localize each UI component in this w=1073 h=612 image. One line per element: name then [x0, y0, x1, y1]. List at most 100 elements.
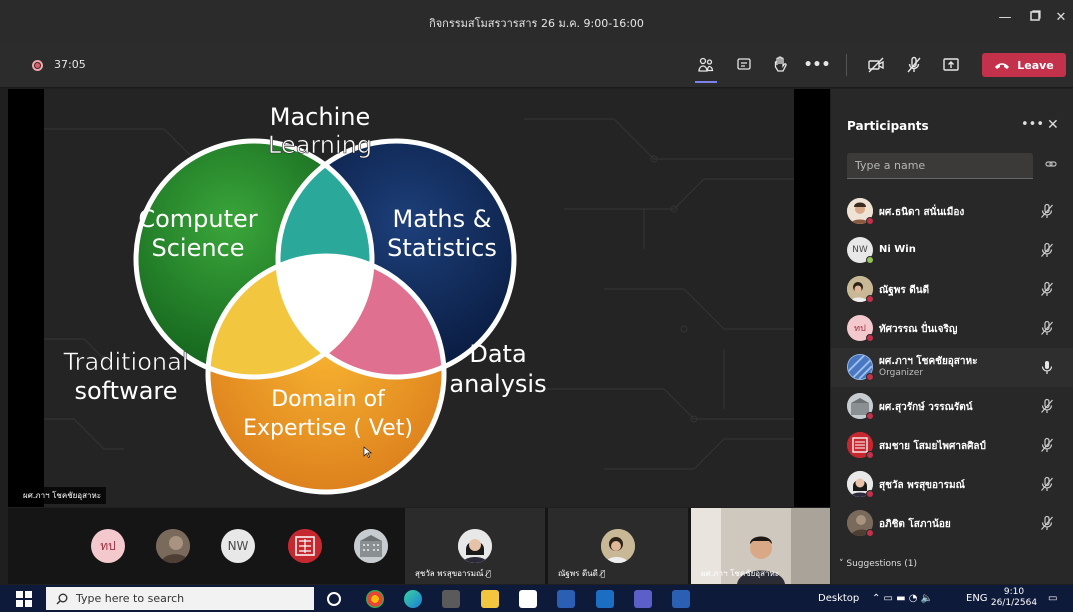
chevron-down-icon: ˅	[839, 559, 844, 569]
close-window-icon[interactable]: ✕	[1046, 10, 1073, 25]
presence-indicator	[866, 490, 874, 498]
mic-off-icon[interactable]	[1039, 476, 1055, 492]
edge-icon[interactable]	[404, 590, 422, 608]
avatar[interactable]	[156, 529, 190, 563]
word-icon[interactable]	[557, 590, 575, 608]
file-explorer-icon[interactable]	[481, 590, 499, 608]
building-photo	[354, 529, 388, 563]
minimize-icon[interactable]: —	[990, 10, 1020, 25]
task-view-icon[interactable]	[327, 592, 341, 606]
mic-off-icon[interactable]	[1039, 320, 1055, 336]
participant-row[interactable]: ผศ.ธนิดา สนั่นเมือง	[831, 192, 1073, 231]
participant-search-input[interactable]	[847, 153, 1033, 178]
mic-on-icon[interactable]	[1039, 359, 1055, 375]
camera-off-icon[interactable]	[862, 53, 890, 77]
camera-app-icon[interactable]	[442, 590, 460, 608]
participant-row[interactable]: ณัฐพร ดีนดี	[831, 270, 1073, 309]
close-panel-icon[interactable]: ✕	[1047, 117, 1059, 133]
participant-name: ผศ.สุวรักษ์ วรรณรัตน์	[879, 402, 973, 413]
store-icon[interactable]	[519, 590, 537, 608]
avatar	[601, 529, 635, 563]
mail-icon[interactable]	[596, 590, 614, 608]
avatar[interactable]	[288, 529, 322, 563]
tile-name: ณัฐพร ดีนดี 🎙̸	[558, 569, 606, 578]
label-expertise-vet: Expertise ( Vet)	[243, 416, 413, 441]
label-machine: Machine	[270, 103, 370, 131]
video-tile[interactable]: ณัฐพร ดีนดี 🎙̸	[548, 508, 688, 584]
presenter-name-tag: ผศ.ภาฯ โชคชัยอุสาหะ	[18, 487, 107, 504]
tray-icons[interactable]: ⌃ ▭ ▬ ◔ 🔈	[872, 593, 933, 604]
avatar-photo	[601, 529, 635, 563]
participant-row[interactable]: NW Ni Win	[831, 231, 1073, 270]
participant-row[interactable]: สุชวัล พรสุขอารมณ์	[831, 465, 1073, 504]
presentation-slide: Machine Learning Computer Science Maths …	[44, 89, 794, 507]
share-screen-icon[interactable]	[937, 53, 965, 77]
language-indicator[interactable]: ENG	[966, 593, 988, 604]
teams-icon[interactable]	[634, 590, 652, 608]
chat-icon[interactable]	[730, 53, 758, 77]
notifications-icon[interactable]: ▭	[1048, 593, 1057, 604]
mic-off-icon[interactable]	[1039, 398, 1055, 414]
presence-indicator	[866, 529, 874, 537]
raise-hand-icon[interactable]	[766, 53, 794, 77]
windows-start-icon[interactable]	[16, 591, 32, 607]
label-statistics: Statistics	[387, 234, 497, 262]
more-actions-icon[interactable]: •••	[803, 53, 831, 77]
avatar-initials: ทป	[100, 538, 116, 553]
participant-name: สมชาย โสมยไพศาลศิลป์	[879, 441, 986, 452]
share-invite-icon[interactable]	[1045, 159, 1057, 172]
avatar-photo	[458, 529, 492, 563]
participant-row[interactable]: อภิชิต โสภาน้อย	[831, 504, 1073, 543]
mic-off-icon: 🎙̸	[486, 569, 491, 578]
tile-name: ผศ.ภาฯ โชคชัยอุสาหะ	[701, 569, 780, 578]
mic-off-icon[interactable]	[1039, 242, 1055, 258]
window-title-bar: กิจกรรมสโมสรวารสาร 26 ม.ค. 9:00-16:00 — …	[0, 0, 1073, 42]
mic-off-icon[interactable]	[1039, 515, 1055, 531]
suggestions-toggle[interactable]: ˅ Suggestions (1)	[839, 559, 917, 569]
avatar	[458, 529, 492, 563]
more-options-icon[interactable]: •••	[1021, 117, 1044, 132]
presence-indicator	[866, 256, 874, 264]
presence-indicator	[866, 295, 874, 303]
label-maths: Maths &	[393, 205, 492, 233]
participant-row[interactable]: ผศ.สุวรักษ์ วรรณรัตน์	[831, 387, 1073, 426]
avatar[interactable]: ทป	[91, 529, 125, 563]
self-video-tile[interactable]: ผศ.ภาฯ โชคชัยอุสาหะ	[691, 508, 830, 584]
presence-indicator	[866, 373, 874, 381]
mic-off-icon[interactable]	[1039, 437, 1055, 453]
participant-name: ผศ.ธนิดา สนั่นเมือง	[879, 207, 965, 218]
participants-icon[interactable]	[692, 53, 720, 83]
participant-row[interactable]: สมชาย โสมยไพศาลศิลป์	[831, 426, 1073, 465]
mic-off-icon[interactable]	[1039, 203, 1055, 219]
leave-button-label: Leave	[1017, 58, 1054, 72]
chrome-icon[interactable]	[366, 590, 384, 608]
avatar-photo	[156, 529, 190, 563]
hang-up-icon	[995, 62, 1010, 69]
label-science: Science	[151, 234, 244, 262]
label-software: software	[74, 377, 177, 405]
label-analysis: analysis	[449, 370, 546, 398]
participant-name: สุชวัล พรสุขอารมณ์	[879, 480, 965, 491]
participant-row-organizer[interactable]: ผศ.ภาฯ โชคชัยอุสาหะ Organizer	[831, 348, 1073, 387]
mic-off-icon: 🎙̸	[600, 569, 606, 578]
mic-off-icon[interactable]	[900, 53, 928, 77]
system-clock[interactable]: 9:10 26/1/2564	[990, 587, 1038, 609]
window-title: กิจกรรมสโมสรวารสาร 26 ม.ค. 9:00-16:00	[429, 17, 644, 30]
avatar[interactable]	[354, 529, 388, 563]
meeting-toolbar: 37:05 ••• Leave	[0, 42, 1073, 88]
clock-time: 9:10	[1003, 587, 1025, 597]
desktop-toolbar[interactable]: Desktop	[818, 593, 859, 604]
participant-name: อภิชิต โสภาน้อย	[879, 519, 951, 530]
taskbar-search[interactable]: Type here to search	[46, 587, 314, 610]
avatar-initials: NW	[227, 539, 249, 553]
seal-logo	[288, 529, 322, 563]
avatar[interactable]: NW	[221, 529, 255, 563]
word-doc-icon[interactable]	[672, 590, 690, 608]
participant-name: ณัฐพร ดีนดี	[879, 285, 930, 296]
mic-off-icon[interactable]	[1039, 281, 1055, 297]
tile-name: สุชวัล พรสุขอารมณ์ 🎙̸	[415, 569, 491, 578]
suggestions-label: Suggestions (1)	[846, 559, 917, 569]
video-tile[interactable]: สุชวัล พรสุขอารมณ์ 🎙̸	[405, 508, 545, 584]
participant-row[interactable]: ทป ทัศวรรณ ปั่นเจริญ	[831, 309, 1073, 348]
leave-button[interactable]: Leave	[982, 53, 1066, 77]
